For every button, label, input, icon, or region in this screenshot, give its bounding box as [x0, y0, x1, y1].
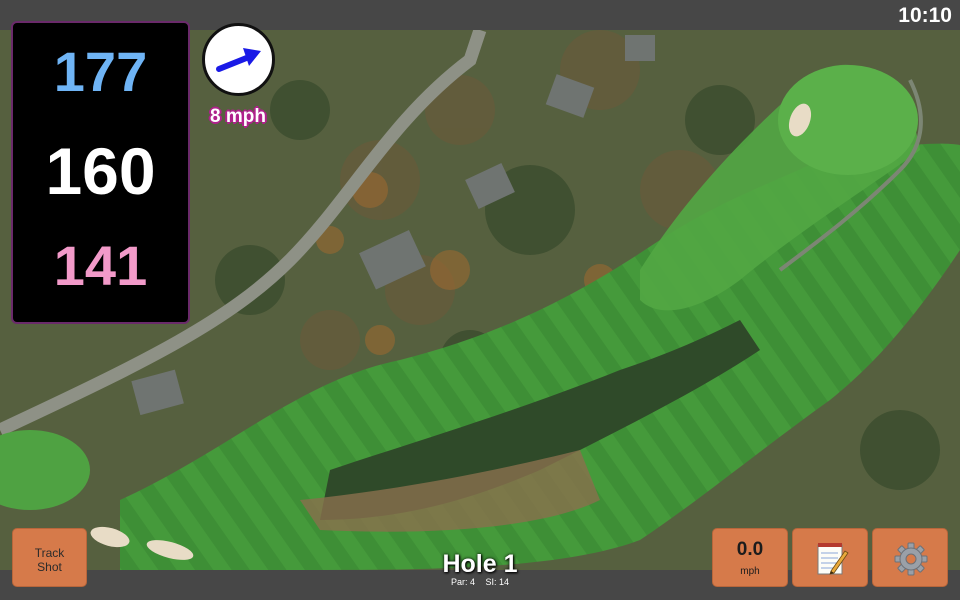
middle-distance: 160 — [45, 134, 156, 208]
wind-indicator — [202, 23, 275, 96]
hole-stroke-index: SI: 14 — [485, 577, 510, 587]
notes-button[interactable] — [792, 528, 868, 587]
hole-title: Hole 1 — [442, 550, 518, 578]
clock: 10:10 — [898, 4, 952, 27]
wind-speed: 8 mph — [210, 106, 266, 127]
front-distance: 141 — [53, 234, 148, 297]
track-shot-button[interactable]: Track Shot — [12, 528, 87, 587]
speed-unit: mph — [740, 566, 760, 577]
gear-icon — [894, 542, 928, 576]
wind-arrow-icon — [216, 48, 261, 72]
track-shot-label-line2: Shot — [37, 560, 62, 574]
distance-panel: 177 160 141 — [11, 21, 190, 324]
speed-value: 0.0 — [736, 539, 764, 560]
back-distance: 177 — [53, 40, 148, 103]
track-shot-label-line1: Track — [34, 546, 65, 560]
notepad-icon — [817, 543, 849, 575]
hole-par: Par: 4 — [450, 577, 475, 587]
settings-button[interactable] — [872, 528, 948, 587]
speed-button[interactable]: 0.0 mph — [712, 528, 788, 587]
hole-details: Par: 4 SI: 14 — [380, 577, 580, 587]
